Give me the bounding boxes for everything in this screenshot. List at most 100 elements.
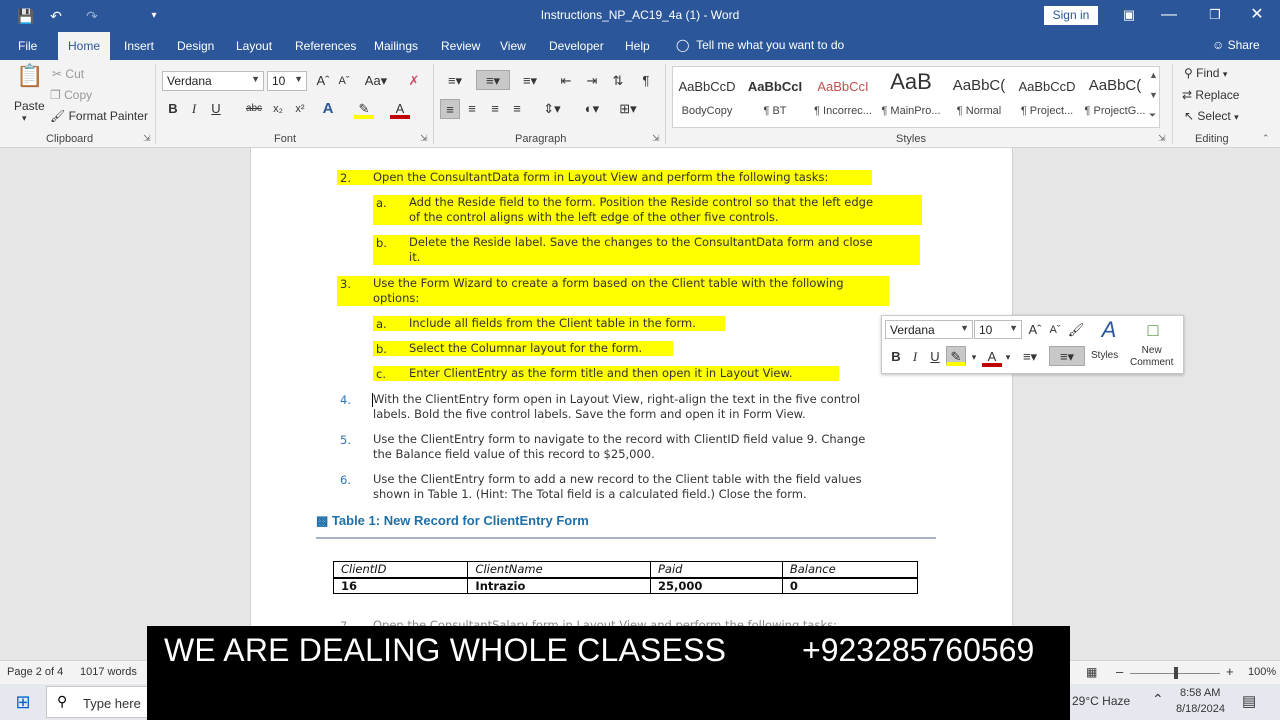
- highlight-color-icon[interactable]: ✎: [946, 346, 966, 366]
- weather-widget[interactable]: 29°C Haze: [1072, 694, 1130, 708]
- minimize-button[interactable]: —: [1146, 0, 1192, 32]
- tab-home[interactable]: Home: [58, 32, 111, 60]
- zoom-in-icon[interactable]: +: [1226, 664, 1234, 679]
- align-left-icon[interactable]: ≡: [440, 99, 460, 119]
- borders-icon[interactable]: ⊞▾: [614, 99, 642, 119]
- superscript-icon[interactable]: x²: [290, 99, 310, 119]
- justify-icon[interactable]: ≡: [507, 99, 527, 119]
- styles-button[interactable]: Styles: [1091, 350, 1118, 361]
- line-spacing-icon[interactable]: ⇕▾: [538, 99, 566, 119]
- gallery-more-icon[interactable]: ⏷: [1149, 110, 1156, 121]
- highlight-color-icon[interactable]: ✎: [354, 99, 374, 119]
- clear-formatting-icon[interactable]: ✗: [404, 71, 424, 91]
- decrease-indent-icon[interactable]: ⇤: [556, 71, 576, 91]
- tray-chevron-up-icon[interactable]: ⌃: [1152, 691, 1164, 708]
- font-name-combo[interactable]: Verdana ▼: [162, 71, 264, 91]
- format-painter-button[interactable]: 🖌 Format Painter: [50, 109, 148, 123]
- style-item[interactable]: AaBbC(¶ ProjectG...: [1081, 67, 1149, 127]
- gallery-scroll-up-icon[interactable]: ▲: [1149, 70, 1158, 80]
- tab-mailings[interactable]: Mailings: [374, 39, 418, 53]
- sign-in-button[interactable]: Sign in: [1044, 6, 1098, 25]
- tab-help[interactable]: Help: [625, 39, 650, 53]
- shrink-font-icon[interactable]: Aˇ: [1045, 320, 1065, 340]
- text-effects-icon[interactable]: A: [318, 99, 338, 119]
- zoom-slider-thumb[interactable]: [1174, 667, 1178, 679]
- restore-button[interactable]: ❐: [1192, 0, 1238, 32]
- grow-font-icon[interactable]: Aˆ: [313, 71, 333, 91]
- style-item[interactable]: AaBbCcD BodyCopy: [673, 67, 741, 127]
- font-size-combo[interactable]: 10 ▼: [267, 71, 307, 91]
- tab-insert[interactable]: Insert: [124, 39, 154, 53]
- find-button[interactable]: ⚲ Find ▾: [1184, 66, 1227, 80]
- style-item[interactable]: AaBbCcI ¶ Incorrec...: [809, 67, 877, 127]
- shrink-font-icon[interactable]: Aˇ: [334, 71, 354, 91]
- zoom-level[interactable]: 100%: [1248, 666, 1276, 678]
- bold-icon[interactable]: B: [163, 99, 183, 119]
- underline-icon[interactable]: U: [206, 99, 226, 119]
- styles-launcher-icon[interactable]: ⇲: [1158, 133, 1166, 144]
- collapse-ribbon-icon[interactable]: ⌃: [1262, 133, 1270, 144]
- strikethrough-icon[interactable]: abc: [244, 99, 264, 119]
- style-item[interactable]: AaBbCcI ¶ BT: [741, 67, 809, 127]
- web-layout-icon[interactable]: ▦: [1086, 665, 1097, 679]
- mini-font-name-combo[interactable]: Verdana ▼: [885, 320, 973, 339]
- subscript-icon[interactable]: x₂: [268, 99, 288, 119]
- font-color-icon[interactable]: A: [390, 99, 410, 119]
- paragraph-launcher-icon[interactable]: ⇲: [652, 133, 660, 144]
- bold-icon[interactable]: B: [886, 347, 906, 367]
- close-button[interactable]: ✕: [1234, 0, 1280, 32]
- show-formatting-marks-icon[interactable]: ¶: [636, 71, 656, 91]
- notifications-icon[interactable]: ▤: [1242, 692, 1256, 710]
- change-case-icon[interactable]: Aa▾: [362, 71, 390, 91]
- tab-layout[interactable]: Layout: [236, 39, 272, 53]
- numbering-icon[interactable]: ≡▾: [476, 70, 510, 90]
- align-right-icon[interactable]: ≡: [485, 99, 505, 119]
- mini-font-size-combo[interactable]: 10 ▼: [974, 320, 1022, 339]
- page-count[interactable]: Page 2 of 4: [7, 666, 63, 678]
- tab-developer[interactable]: Developer: [549, 39, 604, 53]
- word-count[interactable]: 1017 words: [80, 666, 137, 678]
- format-painter-icon[interactable]: 🖌: [1066, 320, 1086, 340]
- replace-button[interactable]: ⇄ Replace: [1182, 88, 1239, 102]
- bullets-icon[interactable]: ≡▾: [1016, 347, 1044, 367]
- cut-button[interactable]: ✂ Cut: [52, 67, 84, 81]
- chevron-down-icon[interactable]: ▾: [968, 347, 980, 367]
- zoom-out-icon[interactable]: –: [1116, 664, 1123, 679]
- tab-file[interactable]: File: [18, 39, 37, 53]
- clipboard-launcher-icon[interactable]: ⇲: [143, 133, 151, 144]
- taskbar-search-box[interactable]: ⚲ Type here: [46, 686, 156, 718]
- tab-view[interactable]: View: [500, 39, 526, 53]
- share-button[interactable]: ☺ Share: [1212, 38, 1260, 52]
- underline-icon[interactable]: U: [925, 347, 945, 367]
- copy-button[interactable]: ❐ Copy: [50, 88, 92, 102]
- paste-dropdown-icon[interactable]: ▾: [22, 113, 27, 124]
- italic-icon[interactable]: I: [905, 347, 925, 367]
- gallery-scroll-down-icon[interactable]: ▼: [1149, 90, 1158, 100]
- align-center-icon[interactable]: ≡: [462, 99, 482, 119]
- clock-time[interactable]: 8:58 AM: [1180, 687, 1220, 699]
- clock-date[interactable]: 8/18/2024: [1176, 703, 1225, 715]
- select-button[interactable]: ↖ Select ▾: [1184, 109, 1239, 123]
- shading-icon[interactable]: ◐▾: [578, 99, 606, 119]
- sort-icon[interactable]: ⇅: [608, 71, 628, 91]
- tab-design[interactable]: Design: [177, 39, 214, 53]
- bullets-icon[interactable]: ≡▾: [441, 71, 469, 91]
- style-item[interactable]: AaBbCcD ¶ Project...: [1013, 67, 1081, 127]
- paste-icon[interactable]: 📋: [16, 65, 43, 96]
- new-comment-button[interactable]: New Comment: [1130, 345, 1173, 369]
- style-item[interactable]: AaBbC(¶ Normal: [945, 67, 1013, 127]
- styles-icon[interactable]: A: [1094, 319, 1124, 346]
- font-launcher-icon[interactable]: ⇲: [420, 133, 428, 144]
- new-comment-icon[interactable]: □: [1141, 320, 1165, 342]
- chevron-down-icon[interactable]: ▾: [1002, 347, 1014, 367]
- tell-me-search[interactable]: ◯ Tell me what you want to do: [676, 38, 844, 52]
- grow-font-icon[interactable]: Aˆ: [1025, 320, 1045, 340]
- style-item[interactable]: AaB ¶ MainPro...: [877, 67, 945, 127]
- font-color-icon[interactable]: A: [982, 347, 1002, 367]
- numbering-icon[interactable]: ≡▾: [1049, 346, 1085, 366]
- multilevel-list-icon[interactable]: ≡▾: [516, 71, 544, 91]
- italic-icon[interactable]: I: [184, 99, 204, 119]
- tab-review[interactable]: Review: [441, 39, 480, 53]
- paste-button[interactable]: Paste: [14, 99, 45, 113]
- windows-start-icon[interactable]: ⊞: [0, 684, 46, 720]
